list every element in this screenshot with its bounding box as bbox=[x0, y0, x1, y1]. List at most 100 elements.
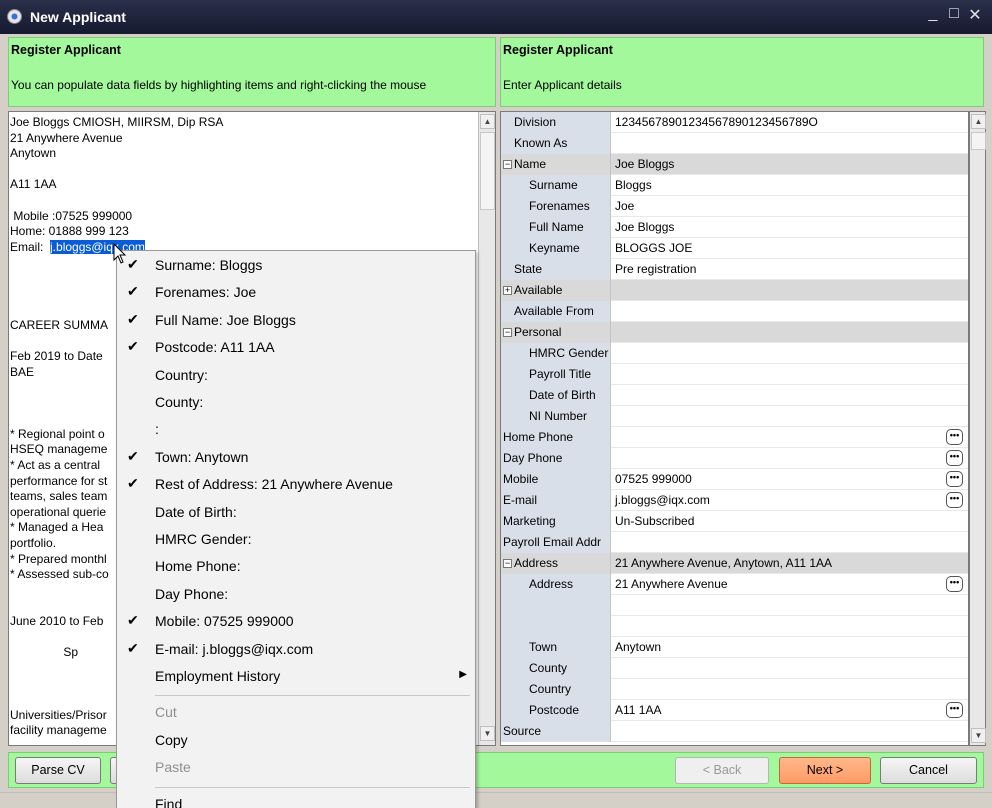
grid-row-label-text: Town bbox=[529, 640, 558, 654]
grid-row-value[interactable]: Bloggs bbox=[615, 175, 652, 196]
context-menu-item[interactable]: County: bbox=[117, 390, 475, 417]
context-menu-item[interactable]: Copy bbox=[117, 728, 475, 755]
context-menu-item[interactable]: ✔ Mobile: 07525 999000 bbox=[117, 609, 475, 636]
grid-row-value[interactable]: Joe Bloggs bbox=[615, 217, 674, 238]
grid-row[interactable]: E-mail j.bloggs@iqx.com ••• bbox=[501, 490, 968, 511]
grid-group-row[interactable]: + Available bbox=[501, 280, 968, 301]
grid-row[interactable]: Payroll Title bbox=[501, 364, 968, 385]
grid-scrollbar[interactable]: ▲ ▼ bbox=[969, 111, 986, 746]
context-menu-item[interactable]: Country: bbox=[117, 363, 475, 390]
grid-row[interactable]: Town Anytown bbox=[501, 637, 968, 658]
grid-row[interactable]: Surname Bloggs bbox=[501, 175, 968, 196]
context-menu-item[interactable]: Home Phone: bbox=[117, 554, 475, 581]
grid-group-row[interactable]: − Personal bbox=[501, 322, 968, 343]
grid-row-value[interactable]: Joe Bloggs bbox=[615, 154, 674, 175]
grid-row[interactable]: Country bbox=[501, 679, 968, 700]
grid-group-row[interactable]: − Name Joe Bloggs bbox=[501, 154, 968, 175]
grid-scroll-thumb[interactable] bbox=[971, 132, 986, 150]
collapse-icon[interactable]: − bbox=[503, 559, 512, 569]
context-menu-item[interactable]: Employment History ▶ bbox=[117, 664, 475, 691]
grid-row-value[interactable]: Pre registration bbox=[615, 259, 696, 280]
context-menu[interactable]: ✔ Surname: Bloggs ✔ Forenames: Joe ✔ Full Nam… bbox=[116, 250, 476, 808]
grid-scroll-down-icon[interactable]: ▼ bbox=[971, 728, 986, 743]
grid-row[interactable]: Keyname BLOGGS JOE bbox=[501, 238, 968, 259]
grid-row-label: Date of Birth bbox=[501, 385, 611, 406]
context-menu-item[interactable]: ✔ Rest of Address: 21 Anywhere Avenue bbox=[117, 472, 475, 499]
grid-row[interactable]: Division 12345678901234567890123456789O bbox=[501, 112, 968, 133]
grid-row[interactable]: Available From bbox=[501, 301, 968, 322]
grid-row-value[interactable]: BLOGGS JOE bbox=[615, 238, 692, 259]
checkmark-icon: ✔ bbox=[127, 447, 139, 464]
scroll-down-icon[interactable]: ▼ bbox=[480, 726, 495, 741]
context-menu-item[interactable]: ✔ Postcode: A11 1AA bbox=[117, 335, 475, 362]
grid-row[interactable]: Postcode A11 1AA ••• bbox=[501, 700, 968, 721]
grid-row[interactable]: Forenames Joe bbox=[501, 196, 968, 217]
context-menu-item[interactable]: ✔ Town: Anytown bbox=[117, 445, 475, 472]
grid-row-value[interactable]: Joe bbox=[615, 196, 634, 217]
context-menu-item-label: Rest of Address: 21 Anywhere Avenue bbox=[155, 476, 393, 493]
grid-row[interactable]: HMRC Gender bbox=[501, 343, 968, 364]
grid-row-value[interactable]: 07525 999000 bbox=[615, 469, 692, 490]
grid-group-row[interactable]: − Address 21 Anywhere Avenue, Anytown, A11… bbox=[501, 553, 968, 574]
grid-row-label-text: Available From bbox=[514, 304, 594, 318]
grid-row-value[interactable]: 12345678901234567890123456789O bbox=[615, 112, 818, 133]
back-button[interactable]: < Back bbox=[675, 757, 769, 784]
context-menu-item[interactable]: ✔ Forenames: Joe bbox=[117, 280, 475, 307]
grid-row[interactable]: Full Name Joe Bloggs bbox=[501, 217, 968, 238]
grid-row-label: Country bbox=[501, 679, 611, 700]
context-menu-item[interactable]: ✔ Full Name: Joe Bloggs bbox=[117, 308, 475, 335]
grid-row[interactable]: Known As bbox=[501, 133, 968, 154]
grid-row-value[interactable]: 21 Anywhere Avenue, Anytown, A11 1AA bbox=[615, 553, 832, 574]
grid-row[interactable]: Date of Birth bbox=[501, 385, 968, 406]
grid-row-value[interactable]: 21 Anywhere Avenue bbox=[615, 574, 728, 595]
grid-row[interactable] bbox=[501, 616, 968, 637]
left-header-title: Register Applicant bbox=[11, 43, 121, 57]
grid-row-value[interactable]: Un-Subscribed bbox=[615, 511, 694, 532]
collapse-icon[interactable]: − bbox=[503, 160, 512, 170]
context-menu-item[interactable]: Paste bbox=[117, 755, 475, 782]
grid-row-label-text: Available bbox=[514, 283, 563, 297]
grid-row[interactable]: Day Phone ••• bbox=[501, 448, 968, 469]
collapse-icon[interactable]: − bbox=[503, 328, 512, 338]
grid-row-value[interactable]: j.bloggs@iqx.com bbox=[615, 490, 710, 511]
grid-row-label: Source bbox=[501, 721, 611, 742]
grid-row-value[interactable]: A11 1AA bbox=[615, 700, 661, 721]
context-menu-item[interactable]: Date of Birth: bbox=[117, 500, 475, 527]
grid-row[interactable] bbox=[501, 595, 968, 616]
context-menu-item[interactable]: Cut bbox=[117, 700, 475, 727]
grid-row[interactable]: State Pre registration bbox=[501, 259, 968, 280]
cancel-button[interactable]: Cancel bbox=[880, 757, 977, 784]
ellipsis-button-icon[interactable]: ••• bbox=[946, 492, 963, 508]
context-menu-item[interactable]: Day Phone: bbox=[117, 582, 475, 609]
grid-row[interactable]: Home Phone ••• bbox=[501, 427, 968, 448]
cv-scroll-thumb[interactable] bbox=[480, 132, 495, 210]
grid-row[interactable]: Mobile 07525 999000 ••• bbox=[501, 469, 968, 490]
parse-cv-button[interactable]: Parse CV bbox=[15, 757, 101, 784]
minimize-button[interactable]: _ bbox=[924, 5, 942, 23]
expand-icon[interactable]: + bbox=[503, 286, 512, 296]
ellipsis-button-icon[interactable]: ••• bbox=[946, 450, 963, 466]
context-menu-item[interactable]: : bbox=[117, 417, 475, 444]
close-button[interactable]: ✕ bbox=[966, 5, 984, 25]
ellipsis-button-icon[interactable]: ••• bbox=[946, 471, 963, 487]
scroll-up-icon[interactable]: ▲ bbox=[480, 114, 495, 129]
next-button[interactable]: Next > bbox=[779, 757, 871, 784]
ellipsis-button-icon[interactable]: ••• bbox=[946, 576, 963, 592]
grid-row[interactable]: County bbox=[501, 658, 968, 679]
grid-row[interactable]: Marketing Un-Subscribed bbox=[501, 511, 968, 532]
cv-scrollbar[interactable]: ▲ ▼ bbox=[478, 112, 495, 745]
context-menu-item[interactable]: ✔ Surname: Bloggs bbox=[117, 253, 475, 280]
grid-scroll-up-icon[interactable]: ▲ bbox=[971, 114, 986, 129]
ellipsis-button-icon[interactable]: ••• bbox=[946, 702, 963, 718]
grid-row[interactable]: Payroll Email Addr bbox=[501, 532, 968, 553]
context-menu-item[interactable]: Find bbox=[117, 792, 475, 808]
maximize-button[interactable]: □ bbox=[945, 5, 963, 23]
grid-row-value[interactable]: Anytown bbox=[615, 637, 661, 658]
ellipsis-button-icon[interactable]: ••• bbox=[946, 429, 963, 445]
context-menu-item[interactable]: HMRC Gender: bbox=[117, 527, 475, 554]
grid-row-label: NI Number bbox=[501, 406, 611, 427]
grid-row[interactable]: NI Number bbox=[501, 406, 968, 427]
context-menu-item[interactable]: ✔ E-mail: j.bloggs@iqx.com bbox=[117, 637, 475, 664]
grid-row[interactable]: Address 21 Anywhere Avenue ••• bbox=[501, 574, 968, 595]
grid-row[interactable]: Source bbox=[501, 721, 968, 742]
